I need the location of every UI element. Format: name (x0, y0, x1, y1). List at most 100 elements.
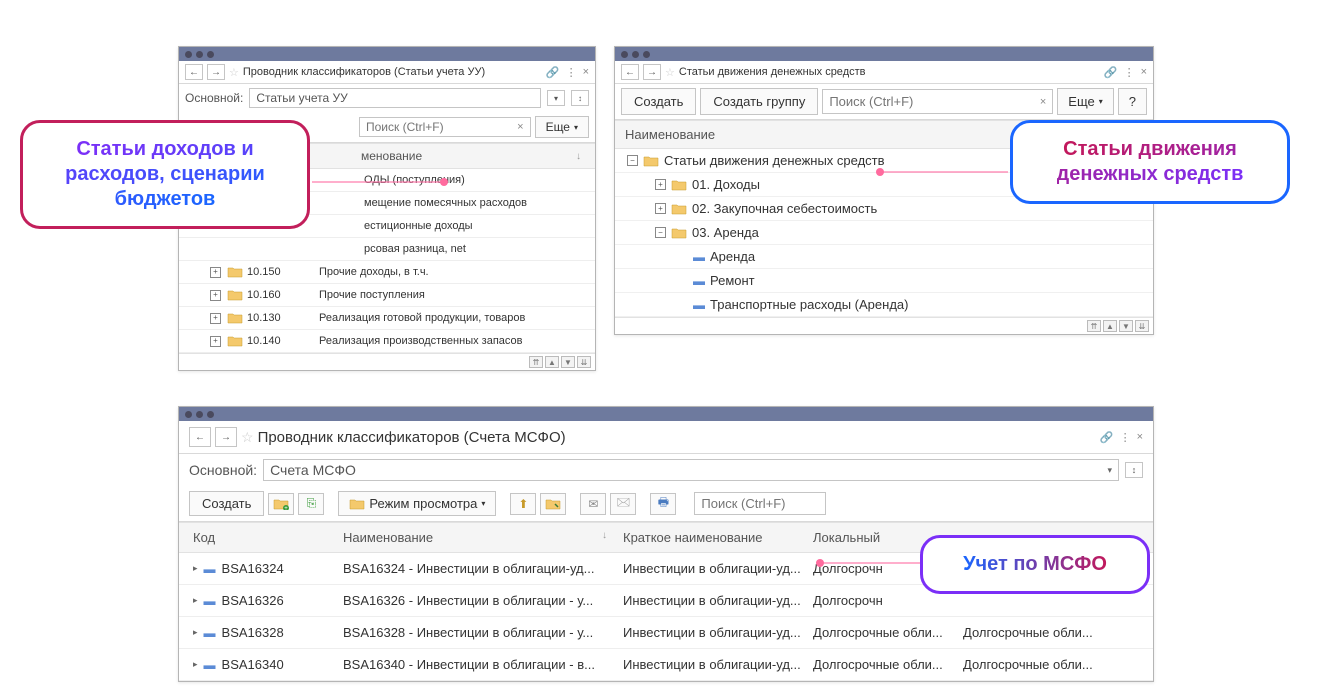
attach-button[interactable]: 🖂 (610, 493, 636, 515)
pager-first[interactable]: ⇈ (1087, 320, 1101, 332)
list-row[interactable]: рсовая разница, net (179, 238, 595, 261)
main-label: Основной: (185, 91, 243, 105)
titlebar[interactable] (179, 407, 1153, 421)
tb-min-icon[interactable] (196, 411, 203, 418)
favorite-icon[interactable]: ☆ (241, 429, 254, 446)
combo-dropdown-button[interactable]: ▾ (547, 90, 565, 106)
tb-max-icon[interactable] (207, 51, 214, 58)
more-button[interactable]: Еще ▾ (1057, 88, 1113, 115)
nav-forward-button[interactable]: → (215, 427, 237, 447)
nav-forward-button[interactable]: → (643, 64, 661, 80)
expand-caret-icon[interactable]: ▸ (193, 563, 198, 574)
copy-button[interactable]: ⎘ (298, 493, 324, 515)
close-icon[interactable]: × (1137, 431, 1143, 443)
print-button[interactable]: 🖶 (650, 493, 676, 515)
expand-icon[interactable]: + (210, 313, 221, 324)
search-input[interactable] (823, 90, 1034, 113)
main-combo-value: Статьи учета УУ (256, 91, 347, 105)
create-button[interactable]: Создать (189, 491, 264, 516)
mail-button[interactable]: ✉ (580, 493, 606, 515)
expand-caret-icon[interactable]: ▸ (193, 595, 198, 606)
nav-forward-button[interactable]: → (207, 64, 225, 80)
tree-item[interactable]: ▬ Ремонт (615, 269, 1153, 293)
col-local-header[interactable]: Локальный (809, 528, 919, 547)
close-icon[interactable]: × (1141, 66, 1147, 78)
pager-last[interactable]: ⇊ (577, 356, 591, 368)
nav-back-button[interactable]: ← (185, 64, 203, 80)
collapse-icon[interactable]: − (655, 227, 666, 238)
tb-max-icon[interactable] (643, 51, 650, 58)
more-icon[interactable]: ⋮ (566, 66, 577, 79)
create-group-button[interactable]: Создать группу (700, 88, 818, 115)
move-button[interactable] (540, 493, 566, 515)
combo-expand-button[interactable]: ↕ (571, 90, 589, 106)
tree-item[interactable]: ▬ Транспортные расходы (Аренда) (615, 293, 1153, 317)
table-row[interactable]: ▸ ▬ BSA16340 BSA16340 - Инвестиции в обл… (179, 649, 1153, 681)
favorite-icon[interactable]: ☆ (229, 66, 239, 79)
expand-caret-icon[interactable]: ▸ (193, 627, 198, 638)
tb-close-icon[interactable] (185, 51, 192, 58)
help-button[interactable]: ? (1118, 88, 1147, 115)
row-name: Прочие доходы, в т.ч. (299, 264, 433, 280)
tb-max-icon[interactable] (207, 411, 214, 418)
col-name-header[interactable]: Наименование (625, 127, 715, 142)
nav-back-button[interactable]: ← (189, 427, 211, 447)
pager-first[interactable]: ⇈ (529, 356, 543, 368)
new-folder-button[interactable]: + (268, 493, 294, 515)
more-button[interactable]: Еще▾ (535, 116, 589, 138)
main-combo[interactable]: Статьи учета УУ (249, 88, 541, 108)
pager-next[interactable]: ▼ (1119, 320, 1133, 332)
expand-icon[interactable]: + (210, 290, 221, 301)
search-input[interactable] (360, 118, 511, 136)
collapse-icon[interactable]: − (627, 155, 638, 166)
expand-icon[interactable]: + (210, 336, 221, 347)
main-combo[interactable]: Счета МСФО ▾ (263, 459, 1119, 481)
col-name-header[interactable]: Наименование ↓ (339, 528, 619, 547)
tb-close-icon[interactable] (621, 51, 628, 58)
row-extra (959, 599, 1143, 603)
create-button[interactable]: Создать (621, 88, 696, 115)
link-icon[interactable]: 🔗 (1100, 431, 1114, 444)
pager-prev[interactable]: ▲ (545, 356, 559, 368)
titlebar[interactable] (615, 47, 1153, 61)
tb-min-icon[interactable] (632, 51, 639, 58)
close-icon[interactable]: × (583, 66, 589, 78)
col-code-header[interactable]: Код (189, 528, 339, 547)
titlebar[interactable] (179, 47, 595, 61)
expand-icon[interactable]: + (655, 203, 666, 214)
tree-folder[interactable]: − 03. Аренда (615, 221, 1153, 245)
col-short-header[interactable]: Краткое наименование (619, 528, 809, 547)
row-code: BSA16328 (222, 625, 284, 640)
move-up-button[interactable]: ⬆ (510, 493, 536, 515)
more-icon[interactable]: ⋮ (1124, 66, 1135, 79)
list-row[interactable]: + 10.150 Прочие доходы, в т.ч. (179, 261, 595, 284)
tb-min-icon[interactable] (196, 51, 203, 58)
expand-icon[interactable]: + (210, 267, 221, 278)
clear-search-button[interactable]: × (511, 121, 529, 133)
search-input[interactable] (695, 493, 825, 514)
more-icon[interactable]: ⋮ (1120, 431, 1131, 444)
row-code: 10.140 (243, 333, 299, 349)
tb-close-icon[interactable] (185, 411, 192, 418)
pager-prev[interactable]: ▲ (1103, 320, 1117, 332)
item-icon: ▬ (693, 274, 705, 288)
favorite-icon[interactable]: ☆ (665, 66, 675, 79)
list-row[interactable]: + 10.160 Прочие поступления (179, 284, 595, 307)
sort-arrow-icon[interactable]: ↓ (576, 151, 589, 162)
link-icon[interactable]: 🔗 (546, 66, 560, 79)
tree-item[interactable]: ▬ Аренда (615, 245, 1153, 269)
clear-search-button[interactable]: × (1034, 96, 1052, 108)
callout-cashflow: Статьи движения денежных средств (1010, 120, 1290, 204)
expand-icon[interactable]: + (655, 179, 666, 190)
expand-caret-icon[interactable]: ▸ (193, 659, 198, 670)
table-row[interactable]: ▸ ▬ BSA16328 BSA16328 - Инвестиции в обл… (179, 617, 1153, 649)
list-row[interactable]: + 10.130 Реализация готовой продукции, т… (179, 307, 595, 330)
view-mode-button[interactable]: Режим просмотра ▾ (338, 491, 496, 516)
link-icon[interactable]: 🔗 (1104, 66, 1118, 79)
tree-label: 01. Доходы (692, 177, 760, 192)
nav-back-button[interactable]: ← (621, 64, 639, 80)
pager-next[interactable]: ▼ (561, 356, 575, 368)
list-row[interactable]: + 10.140 Реализация производственных зап… (179, 330, 595, 353)
pager-last[interactable]: ⇊ (1135, 320, 1149, 332)
combo-expand-button[interactable]: ↕ (1125, 462, 1143, 478)
